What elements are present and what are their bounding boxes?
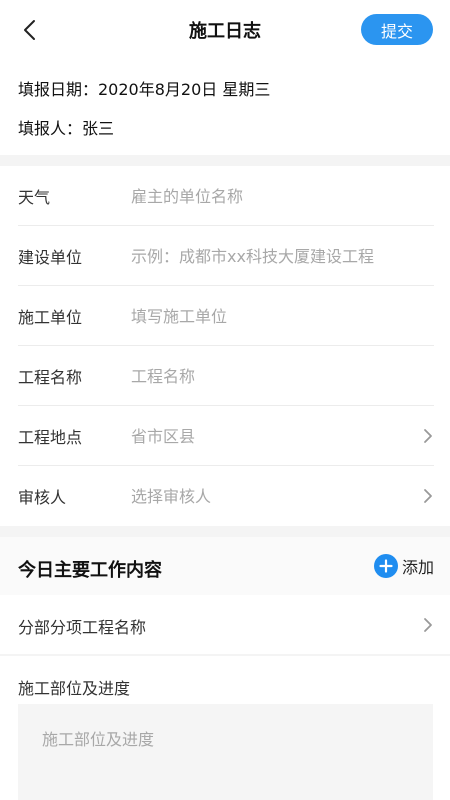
- reviewer-picker[interactable]: [131, 478, 411, 514]
- back-button[interactable]: [14, 14, 44, 46]
- plus-circle-icon: [373, 554, 398, 578]
- chevron-right-icon: [424, 618, 432, 632]
- report-date: 填报日期：2020年8月20日 星期三: [18, 80, 271, 99]
- reviewer-label: 审核人: [18, 488, 67, 507]
- weather-row: 天气: [0, 166, 450, 226]
- chevron-left-icon: [24, 20, 35, 40]
- builder-unit-row: 施工单位: [0, 286, 450, 346]
- section-divider: [0, 526, 450, 537]
- project-location-label: 工程地点: [18, 428, 83, 447]
- chevron-right-icon: [424, 429, 432, 443]
- weather-input[interactable]: [131, 178, 411, 214]
- sub-project-row[interactable]: 分部分项工程名称: [0, 596, 450, 654]
- builder-unit-label: 施工单位: [18, 308, 83, 327]
- construction-unit-row: 建设单位: [0, 226, 450, 286]
- section-divider: [0, 654, 450, 656]
- builder-unit-input[interactable]: [131, 298, 411, 334]
- submit-button[interactable]: 提交: [361, 14, 433, 45]
- project-name-row: 工程名称: [0, 346, 450, 406]
- weather-label: 天气: [18, 188, 51, 207]
- project-location-picker[interactable]: [131, 418, 411, 454]
- construction-unit-input[interactable]: [131, 238, 411, 274]
- nav-bar: 施工日志 提交: [0, 0, 450, 60]
- construction-unit-label: 建设单位: [18, 248, 83, 267]
- add-work-button[interactable]: 添加: [373, 553, 434, 579]
- section-divider: [0, 155, 450, 166]
- project-location-row[interactable]: 工程地点: [0, 406, 450, 466]
- progress-textarea[interactable]: [18, 704, 433, 800]
- reviewer-row[interactable]: 审核人: [0, 466, 450, 526]
- work-section-header: 今日主要工作内容 添加: [0, 537, 450, 595]
- work-section-title: 今日主要工作内容: [18, 560, 162, 581]
- sub-project-label: 分部分项工程名称: [18, 618, 147, 637]
- reporter-name: 填报人：张三: [18, 119, 115, 138]
- add-work-label: 添加: [401, 558, 434, 577]
- project-name-label: 工程名称: [18, 368, 83, 387]
- chevron-right-icon: [424, 489, 432, 503]
- project-name-input[interactable]: [131, 358, 411, 394]
- progress-label: 施工部位及进度: [18, 679, 131, 698]
